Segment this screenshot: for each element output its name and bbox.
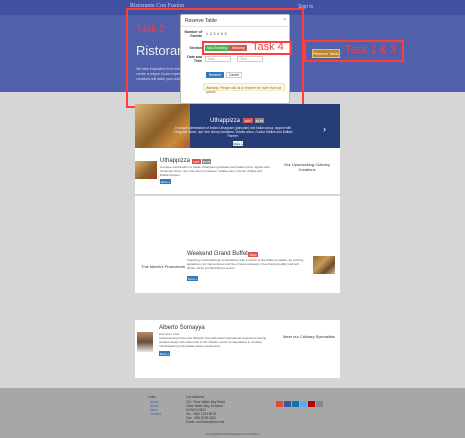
task13-annotation: Task 1 & 3: [345, 44, 397, 56]
dish-thumbnail: [135, 161, 157, 179]
hot-badge: HOT: [192, 159, 201, 164]
modal-title: Reserve Table: [185, 18, 217, 24]
promotion-description: Featuring mouthwatering combinations wit…: [187, 258, 304, 270]
price-badge: $4.99: [255, 118, 264, 123]
price-badge: $4.99: [202, 159, 211, 164]
copyright-text: © Copyright 2015 Ristorante Con Fusion: [205, 432, 260, 436]
hot-badge: HOT: [243, 118, 253, 123]
task4-annotation: Task 4: [252, 41, 284, 53]
linkedin-icon[interactable]: [292, 401, 299, 407]
carousel-more-button[interactable]: More »: [233, 141, 243, 146]
reserve-table-modal: Reserve Table × Number of Guests 1 2 3 4…: [180, 14, 290, 104]
leader-description: Award winning three-star Michelin chef w…: [159, 336, 267, 348]
guests-label: Number of Guests: [184, 30, 203, 38]
date-time-label: Date and Time: [187, 55, 202, 63]
leader-card: Alberto Somayya Executive Chef Award win…: [135, 320, 340, 378]
date-input[interactable]: Date: [205, 56, 231, 62]
footer-link-contact[interactable]: Contact: [150, 412, 161, 416]
modal-divider: [181, 26, 289, 27]
reserve-button[interactable]: Reserve: [206, 72, 224, 78]
footer-address-heading: Our Address: [186, 395, 205, 399]
section-heading: Meet our Culinary Specialists: [283, 334, 335, 339]
promotion-thumbnail: [313, 256, 335, 274]
chevron-right-icon[interactable]: ›: [323, 124, 326, 134]
facebook-icon[interactable]: [284, 401, 291, 407]
leader-name: Alberto Somayya: [159, 325, 205, 331]
section-heading: This Month's Promotions: [141, 264, 185, 269]
dish-more-button[interactable]: More »: [160, 179, 171, 184]
close-icon[interactable]: ×: [283, 17, 286, 23]
page: Ristorante Con Fusion Sign in Ristorante…: [0, 0, 465, 438]
leader-more-button[interactable]: More »: [159, 351, 170, 356]
promotion-card: This Month's Promotions Weekend Grand Bu…: [135, 196, 340, 293]
dish-description: A unique combination of Indian Uthappam …: [160, 165, 270, 177]
footer-links-heading: Links: [148, 395, 156, 399]
promotion-title: Weekend Grand Buffet: [187, 251, 248, 257]
email-icon[interactable]: [316, 401, 323, 407]
promotion-more-button[interactable]: More »: [187, 276, 198, 281]
avatar: [137, 332, 153, 352]
carousel-title: Uthappizza: [210, 118, 241, 124]
youtube-icon[interactable]: [308, 401, 315, 407]
guests-radio-group[interactable]: 1 2 3 4 5 6: [206, 32, 227, 36]
new-badge: NEW: [248, 252, 258, 257]
section-heading: Our Lipsmacking Culinary Creations: [284, 162, 330, 172]
section-label: Section: [189, 46, 202, 50]
google-plus-icon[interactable]: [276, 401, 283, 407]
dish-title: Uthappizza: [160, 158, 191, 164]
cancel-button[interactable]: Cancel: [226, 72, 242, 78]
carousel-description: A unique combination of Indian Uthappam …: [173, 126, 293, 138]
email-line[interactable]: Email: confusion@food.net: [186, 420, 224, 424]
warning-alert: Warning: Please call us to reserve for m…: [203, 83, 285, 94]
footer: [0, 388, 465, 438]
twitter-icon[interactable]: [300, 401, 307, 407]
dish-card: Uthappizza HOT $4.99 A unique combinatio…: [135, 148, 340, 194]
time-input[interactable]: Time: [237, 56, 263, 62]
